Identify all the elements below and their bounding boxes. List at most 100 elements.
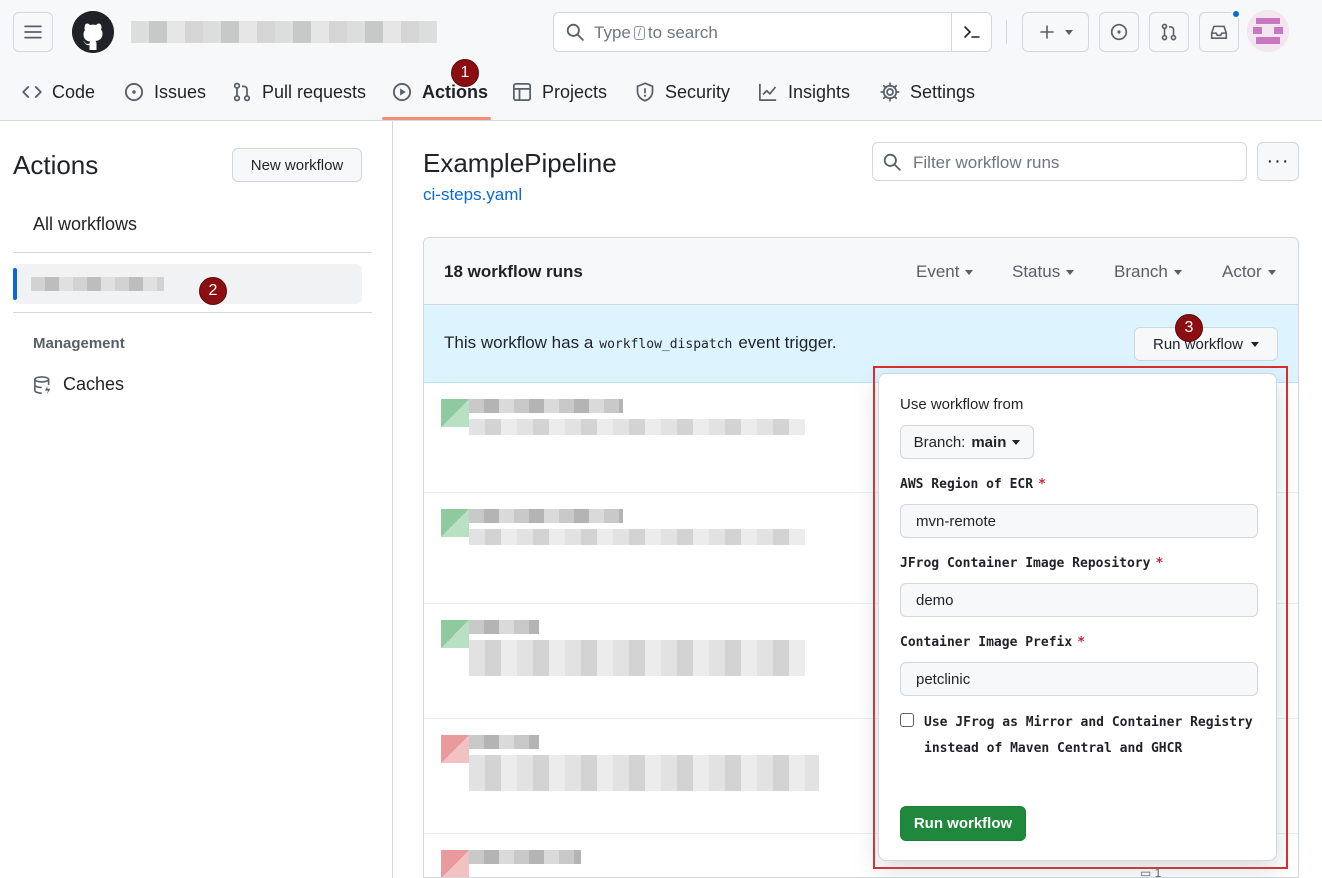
repo-breadcrumb-redacted[interactable] xyxy=(131,21,437,43)
shield-icon xyxy=(636,82,654,102)
success-status-icon xyxy=(441,399,469,427)
actor-filter[interactable]: Actor xyxy=(1222,262,1276,282)
run-meta-redacted xyxy=(469,755,819,791)
run-title-redacted xyxy=(469,850,581,864)
run-title-redacted xyxy=(469,509,623,523)
branch-select-button[interactable]: Branch: main xyxy=(900,425,1034,459)
create-new-button[interactable] xyxy=(1022,12,1089,52)
branch-value: main xyxy=(971,433,1007,451)
branch-filter[interactable]: Branch xyxy=(1114,262,1182,282)
dispatch-message: This workflow has a workflow_dispatch even… xyxy=(444,333,837,352)
use-workflow-from-label: Use workflow from xyxy=(900,396,1024,413)
chevron-down-icon xyxy=(1012,439,1021,445)
workflow-file-link[interactable]: ci-steps.yaml xyxy=(423,185,522,205)
tab-code[interactable]: Code xyxy=(22,70,95,114)
caches-label: Caches xyxy=(63,374,125,394)
run-title-redacted xyxy=(469,735,539,749)
active-tab-indicator xyxy=(382,117,491,120)
user-avatar[interactable] xyxy=(1247,10,1289,52)
selected-indicator xyxy=(13,268,17,300)
run-workflow-popover: Use workflow from Branch: main AWS Regio… xyxy=(878,373,1277,861)
notification-indicator xyxy=(1231,9,1241,19)
event-filter[interactable]: Event xyxy=(916,262,973,282)
tab-security-label: Security xyxy=(665,81,731,102)
run-title-redacted xyxy=(469,399,623,413)
tab-insights[interactable]: Insights xyxy=(758,70,850,114)
database-icon xyxy=(34,375,51,394)
chevron-down-icon xyxy=(1064,29,1073,35)
kebab-horizontal-icon: ··· xyxy=(1266,150,1290,172)
failure-status-icon xyxy=(441,735,469,763)
runs-count: 18 workflow runs xyxy=(444,262,583,281)
header-divider xyxy=(1006,20,1007,44)
sidebar-separator xyxy=(13,312,372,313)
gear-icon xyxy=(880,82,900,102)
more-options-button[interactable]: ··· xyxy=(1257,142,1299,181)
step-marker-3: 3 xyxy=(1175,314,1203,342)
step-marker-1: 1 xyxy=(451,59,479,87)
failure-status-icon xyxy=(441,850,469,877)
tab-code-label: Code xyxy=(52,81,96,102)
sidebar-title: Actions xyxy=(13,150,99,180)
tab-issues-label: Issues xyxy=(154,81,207,102)
global-search[interactable]: Type / to search xyxy=(553,12,992,52)
code-icon xyxy=(22,86,42,98)
pull-request-icon xyxy=(233,82,251,102)
use-jfrog-mirror-checkbox[interactable] xyxy=(900,713,914,727)
github-logo[interactable] xyxy=(72,11,114,53)
global-header: Type / to search Code Issues Pull reques… xyxy=(0,0,1322,121)
plus-icon xyxy=(1039,25,1054,39)
command-palette-button[interactable] xyxy=(951,13,991,51)
sidebar-divider xyxy=(392,121,393,878)
run-meta-redacted xyxy=(469,529,805,545)
github-mark-icon xyxy=(72,11,114,53)
image-prefix-input[interactable]: petclinic xyxy=(900,662,1258,696)
filter-placeholder: Filter workflow runs xyxy=(913,153,1060,172)
tab-pull-requests[interactable]: Pull requests xyxy=(232,70,366,114)
runs-header: 18 workflow runs Event Status Branch Act… xyxy=(424,238,1298,305)
inbox-icon xyxy=(1210,25,1228,39)
run-meta-redacted xyxy=(469,419,805,435)
table-icon xyxy=(513,83,531,101)
management-heading: Management xyxy=(33,335,125,352)
tab-insights-label: Insights xyxy=(788,81,851,102)
success-status-icon xyxy=(441,620,469,648)
sidebar-item-selected-workflow[interactable] xyxy=(13,264,362,304)
tab-issues[interactable]: Issues xyxy=(124,70,206,114)
tab-pull-requests-label: Pull requests xyxy=(262,81,367,102)
run-workflow-submit-button[interactable]: Run workflow xyxy=(900,806,1026,841)
tab-projects[interactable]: Projects xyxy=(512,70,607,114)
pull-request-icon xyxy=(1161,23,1177,41)
search-icon xyxy=(883,153,901,171)
use-jfrog-mirror-label[interactable]: Use JFrog as Mirror and Container Regist… xyxy=(924,710,1254,762)
search-placeholder: Type / to search xyxy=(594,23,718,42)
tab-settings-label: Settings xyxy=(910,81,976,102)
hamburger-icon xyxy=(24,25,42,39)
sidebar-item-caches[interactable]: Caches xyxy=(33,374,124,395)
chevron-down-icon xyxy=(1251,341,1260,347)
graph-icon xyxy=(759,83,777,101)
aws-region-label: AWS Region of ECR * xyxy=(900,477,1046,492)
search-icon xyxy=(566,23,584,41)
sidebar-separator xyxy=(13,252,372,253)
tab-security[interactable]: Security xyxy=(635,70,730,114)
workflow-name-redacted xyxy=(31,277,164,291)
image-prefix-label: Container Image Prefix * xyxy=(900,635,1086,650)
step-marker-2: 2 xyxy=(199,277,227,305)
status-filter[interactable]: Status xyxy=(1012,262,1074,282)
identicon xyxy=(1247,10,1289,52)
issue-icon xyxy=(124,82,144,102)
all-workflows-link[interactable]: All workflows xyxy=(33,214,137,235)
branch-label: Branch: xyxy=(913,433,966,451)
jfrog-repo-input[interactable]: demo xyxy=(900,583,1258,617)
menu-button[interactable] xyxy=(13,12,53,52)
aws-region-input[interactable]: mvn-remote xyxy=(900,504,1258,538)
your-issues-button[interactable] xyxy=(1099,12,1139,52)
your-pull-requests-button[interactable] xyxy=(1149,12,1189,52)
run-workflow-dropdown-button[interactable]: Run workflow xyxy=(1134,327,1278,361)
jfrog-repo-label: JFrog Container Image Repository * xyxy=(900,556,1164,571)
new-workflow-button[interactable]: New workflow xyxy=(232,148,362,182)
tab-settings[interactable]: Settings xyxy=(880,70,975,114)
run-meta-redacted xyxy=(469,640,805,676)
filter-workflow-runs-input[interactable]: Filter workflow runs xyxy=(872,142,1247,181)
